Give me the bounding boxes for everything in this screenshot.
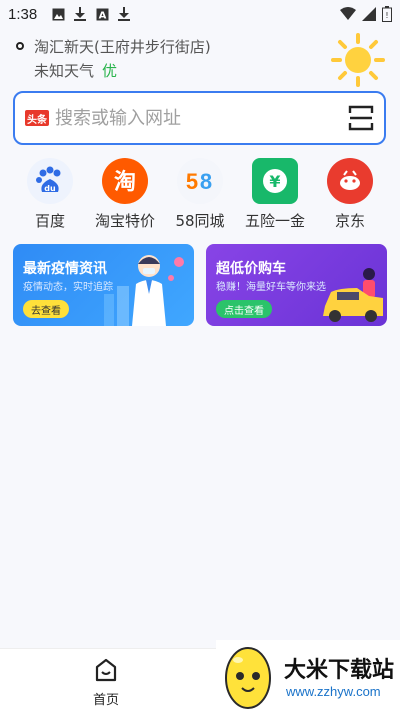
scan-icon[interactable] bbox=[348, 105, 374, 131]
banner-car-deal[interactable]: 超低价购车 稳赚！海量好车等你来选 点击查看 bbox=[206, 244, 387, 326]
mascot-logo bbox=[225, 647, 271, 709]
weather-info: 未知天气优 bbox=[34, 60, 117, 81]
svg-text:8: 8 bbox=[200, 169, 212, 194]
baidu-icon: du bbox=[27, 158, 73, 204]
banner-button[interactable]: 去查看 bbox=[23, 300, 69, 318]
toutiao-badge: 头条 bbox=[25, 110, 49, 126]
image-icon bbox=[51, 7, 65, 21]
weather-text: 未知天气 bbox=[34, 62, 95, 80]
shortcut-label: 京东 bbox=[334, 212, 365, 230]
status-time: 1:38 bbox=[8, 5, 38, 23]
location-name: 淘汇新天(王府井步行街店) bbox=[34, 38, 211, 56]
shortcut-wuxian[interactable]: ¥ 五险一金 bbox=[239, 158, 311, 231]
wifi-icon bbox=[340, 7, 356, 25]
shortcut-58[interactable]: 5 8 58同城 bbox=[164, 158, 236, 231]
download-icon bbox=[73, 7, 87, 21]
location-pin-icon bbox=[16, 42, 24, 50]
svg-text:!: ! bbox=[385, 11, 388, 20]
shortcut-label: 百度 bbox=[34, 212, 65, 230]
shortcut-label: 58同城 bbox=[175, 212, 225, 230]
taobao-icon: 淘 bbox=[102, 158, 148, 204]
battery-icon: ! bbox=[382, 6, 392, 26]
sun-icon[interactable] bbox=[330, 32, 386, 88]
banner-subtitle: 稳赚！海量好车等你来选 bbox=[216, 282, 326, 293]
svg-text:¥: ¥ bbox=[269, 172, 280, 191]
watermark-text: 大米下载站 bbox=[284, 658, 395, 683]
shortcut-label: 淘宝特价 bbox=[94, 212, 155, 230]
svg-text:du: du bbox=[44, 184, 56, 193]
banner-epidemic-news[interactable]: 最新疫情资讯 疫情动态，实时追踪 去查看 bbox=[13, 244, 194, 326]
svg-text:5: 5 bbox=[186, 169, 198, 194]
shortcut-label: 五险一金 bbox=[244, 212, 305, 230]
doctor-illustration bbox=[104, 255, 184, 326]
shortcut-jd[interactable]: 京东 bbox=[314, 158, 386, 231]
search-bar[interactable]: 头条 bbox=[13, 91, 386, 145]
yen-icon: ¥ bbox=[252, 158, 298, 204]
58-icon: 5 8 bbox=[177, 158, 223, 204]
air-quality: 优 bbox=[102, 62, 118, 80]
watermark: 大米下载站 www.zzhyw.com bbox=[216, 640, 400, 711]
banner-title: 超低价购车 bbox=[216, 261, 286, 277]
banner-button[interactable]: 点击查看 bbox=[216, 300, 272, 318]
car-illustration bbox=[323, 268, 383, 322]
download-icon bbox=[117, 7, 131, 21]
svg-text:淘: 淘 bbox=[114, 169, 136, 195]
text-a-icon: A bbox=[95, 7, 109, 21]
banner-subtitle: 疫情动态，实时追踪 bbox=[23, 282, 113, 293]
home-icon bbox=[95, 658, 117, 682]
search-input[interactable] bbox=[55, 107, 335, 129]
svg-text:A: A bbox=[98, 10, 106, 21]
nav-home[interactable]: 首页 bbox=[80, 657, 132, 708]
watermark-url: www.zzhyw.com bbox=[286, 684, 381, 699]
nav-home-label: 首页 bbox=[92, 693, 119, 708]
jd-icon bbox=[327, 158, 373, 204]
shortcut-taobao[interactable]: 淘 淘宝特价 bbox=[89, 158, 161, 231]
signal-icon bbox=[362, 7, 376, 25]
shortcut-baidu[interactable]: du 百度 bbox=[14, 158, 86, 231]
banner-title: 最新疫情资讯 bbox=[23, 261, 107, 277]
status-bar: 1:38 A ! bbox=[0, 0, 400, 28]
shortcut-grid: du 百度 淘 淘宝特价 5 8 58同城 ¥ 五险一金 京东 bbox=[0, 158, 400, 234]
